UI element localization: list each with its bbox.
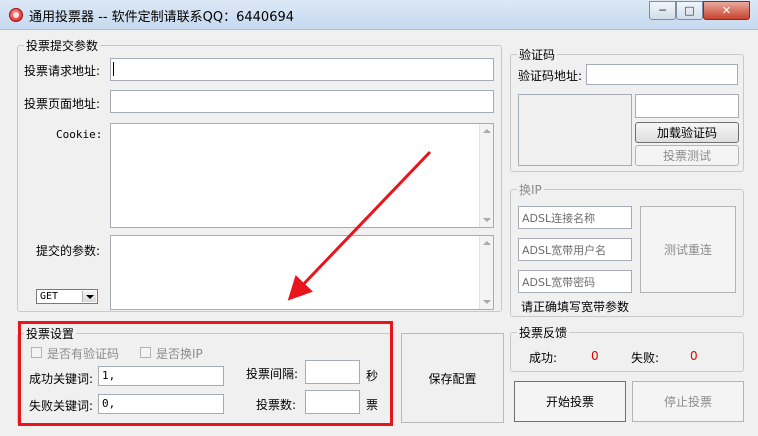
stop-vote-button[interactable]: 停止投票 [632,381,744,422]
scroll-up-icon[interactable] [483,129,491,133]
cookie-label: Cookie: [56,128,103,141]
request-url-input[interactable] [110,58,494,81]
load-captcha-button[interactable]: 加载验证码 [635,122,739,143]
interval-input[interactable] [305,360,360,384]
fail-count: 0 [690,349,698,363]
vote-count-input[interactable] [305,390,360,414]
success-keyword-label: 成功关键词: [29,372,94,386]
has-captcha-checkbox[interactable] [31,347,42,358]
captcha-image-box [518,94,632,166]
adsl-user-input[interactable]: ADSL宽带用户名 [518,238,632,261]
page-url-label: 投票页面地址: [24,97,101,111]
method-selected-value: GET [40,291,59,302]
params-textarea[interactable] [110,235,494,310]
success-keyword-input[interactable]: 1, [98,366,224,386]
page-url-input[interactable] [110,90,494,113]
cookie-scrollbar[interactable] [479,124,493,227]
method-select[interactable]: GET [36,289,98,304]
chevron-down-icon[interactable] [82,291,96,302]
params-label: 提交的参数: [36,244,101,258]
cookie-textarea[interactable] [110,123,494,228]
vote-count-unit: 票 [366,398,379,412]
minimize-icon: ─ [659,4,666,17]
maximize-button[interactable]: □ [676,1,703,20]
close-icon: ✕ [721,4,732,17]
fail-keyword-input[interactable]: 0, [98,394,224,414]
switch-ip-label: 是否换IP [156,347,203,361]
fail-keyword-label: 失败关键词: [29,399,94,413]
scroll-down-icon[interactable] [483,218,491,222]
interval-unit: 秒 [366,369,379,383]
adsl-name-input[interactable]: ADSL连接名称 [518,206,632,229]
start-vote-button[interactable]: 开始投票 [514,381,626,422]
adsl-hint: 请正确填写宽带参数 [521,300,630,314]
feedback-legend: 投票反馈 [519,326,568,340]
interval-label: 投票间隔: [246,367,299,381]
fail-count-label: 失败: [631,351,660,365]
captcha-url-label: 验证码地址: [518,69,583,83]
switch-ip-legend: 换IP [519,183,542,197]
captcha-url-input[interactable] [586,64,738,85]
save-config-button[interactable]: 保存配置 [401,333,504,423]
window-title: 通用投票器 -- 软件定制请联系QQ：6440694 [29,10,295,25]
text-caret [113,62,114,76]
captcha-legend: 验证码 [519,48,556,62]
vote-settings-legend: 投票设置 [26,327,75,341]
test-vote-button[interactable]: 投票测试 [635,145,739,166]
submit-params-legend: 投票提交参数 [26,39,99,53]
app-icon [9,8,23,22]
scroll-down-icon[interactable] [483,300,491,304]
captcha-code-input[interactable] [635,94,739,118]
maximize-icon: □ [684,4,695,17]
has-captcha-label: 是否有验证码 [47,347,120,361]
switch-ip-checkbox[interactable] [140,347,151,358]
minimize-button[interactable]: ─ [649,1,676,20]
scroll-up-icon[interactable] [483,241,491,245]
adsl-password-input[interactable]: ADSL宽带密码 [518,270,632,293]
success-count: 0 [591,349,599,363]
vote-count-label: 投票数: [256,398,297,412]
close-button[interactable]: ✕ [703,1,750,20]
title-bar: 通用投票器 -- 软件定制请联系QQ：6440694 ─ □ ✕ [0,0,758,30]
request-url-label: 投票请求地址: [24,64,101,78]
success-count-label: 成功: [529,351,558,365]
params-scrollbar[interactable] [479,236,493,309]
test-redial-button[interactable]: 测试重连 [640,206,736,293]
